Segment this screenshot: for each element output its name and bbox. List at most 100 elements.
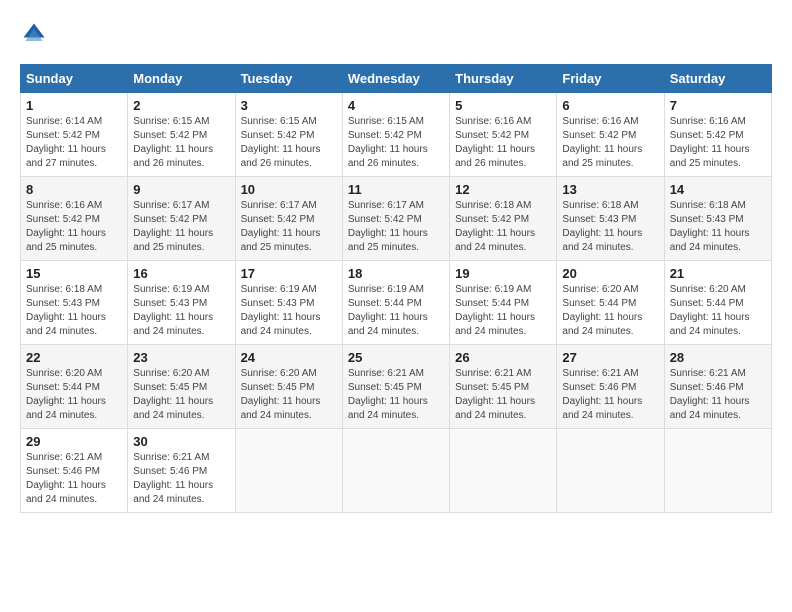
day-info: Sunrise: 6:20 AM Sunset: 5:45 PM Dayligh… (241, 367, 337, 423)
calendar-cell (235, 429, 342, 513)
day-info: Sunrise: 6:16 AM Sunset: 5:42 PM Dayligh… (26, 199, 122, 255)
calendar-cell (664, 429, 771, 513)
calendar-cell (450, 429, 557, 513)
day-number: 7 (670, 98, 766, 113)
day-info: Sunrise: 6:15 AM Sunset: 5:42 PM Dayligh… (133, 115, 229, 171)
calendar-cell: 20Sunrise: 6:20 AM Sunset: 5:44 PM Dayli… (557, 261, 664, 345)
day-info: Sunrise: 6:19 AM Sunset: 5:43 PM Dayligh… (133, 283, 229, 339)
day-number: 4 (348, 98, 444, 113)
day-info: Sunrise: 6:20 AM Sunset: 5:45 PM Dayligh… (133, 367, 229, 423)
day-number: 8 (26, 182, 122, 197)
calendar-cell: 25 Sunrise: 6:21 AM Sunset: 5:45 PM Dayli… (342, 345, 449, 429)
calendar-cell: 27 Sunrise: 6:21 AM Sunset: 5:46 PM Dayli… (557, 345, 664, 429)
calendar-table: SundayMondayTuesdayWednesdayThursdayFrid… (20, 64, 772, 513)
day-number: 13 (562, 182, 658, 197)
day-number: 24 (241, 350, 337, 365)
calendar-cell: 18Sunrise: 6:19 AM Sunset: 5:44 PM Dayli… (342, 261, 449, 345)
calendar-cell: 17 Sunrise: 6:19 AM Sunset: 5:43 PM Dayli… (235, 261, 342, 345)
day-number: 29 (26, 434, 122, 449)
calendar-cell: 11 Sunrise: 6:17 AM Sunset: 5:42 PM Dayli… (342, 177, 449, 261)
weekday-header-thursday: Thursday (450, 65, 557, 93)
day-info: Sunrise: 6:18 AM Sunset: 5:43 PM Dayligh… (26, 283, 122, 339)
day-number: 12 (455, 182, 551, 197)
logo-icon (20, 20, 48, 48)
day-number: 28 (670, 350, 766, 365)
calendar-week-row-3: 15 Sunrise: 6:18 AM Sunset: 5:43 PM Dayli… (21, 261, 772, 345)
weekday-header-monday: Monday (128, 65, 235, 93)
day-info: Sunrise: 6:21 AM Sunset: 5:45 PM Dayligh… (455, 367, 551, 423)
calendar-cell: 29Sunrise: 6:21 AM Sunset: 5:46 PM Dayli… (21, 429, 128, 513)
day-info: Sunrise: 6:17 AM Sunset: 5:42 PM Dayligh… (241, 199, 337, 255)
day-number: 3 (241, 98, 337, 113)
calendar-week-row-4: 22 Sunrise: 6:20 AM Sunset: 5:44 PM Dayli… (21, 345, 772, 429)
day-info: Sunrise: 6:20 AM Sunset: 5:44 PM Dayligh… (26, 367, 122, 423)
calendar-cell: 2 Sunrise: 6:15 AM Sunset: 5:42 PM Daylig… (128, 93, 235, 177)
calendar-cell (342, 429, 449, 513)
day-number: 22 (26, 350, 122, 365)
calendar-week-row-1: 1 Sunrise: 6:14 AM Sunset: 5:42 PM Daylig… (21, 93, 772, 177)
day-number: 25 (348, 350, 444, 365)
day-info: Sunrise: 6:18 AM Sunset: 5:43 PM Dayligh… (670, 199, 766, 255)
day-info: Sunrise: 6:21 AM Sunset: 5:46 PM Dayligh… (562, 367, 658, 423)
day-info: Sunrise: 6:16 AM Sunset: 5:42 PM Dayligh… (455, 115, 551, 171)
calendar-cell: 5 Sunrise: 6:16 AM Sunset: 5:42 PM Daylig… (450, 93, 557, 177)
weekday-header-sunday: Sunday (21, 65, 128, 93)
day-number: 19 (455, 266, 551, 281)
day-info: Sunrise: 6:17 AM Sunset: 5:42 PM Dayligh… (348, 199, 444, 255)
day-info: Sunrise: 6:20 AM Sunset: 5:44 PM Dayligh… (670, 283, 766, 339)
day-number: 11 (348, 182, 444, 197)
calendar-cell: 30Sunrise: 6:21 AM Sunset: 5:46 PM Dayli… (128, 429, 235, 513)
day-info: Sunrise: 6:14 AM Sunset: 5:42 PM Dayligh… (26, 115, 122, 171)
day-number: 26 (455, 350, 551, 365)
calendar-cell: 15 Sunrise: 6:18 AM Sunset: 5:43 PM Dayli… (21, 261, 128, 345)
day-number: 1 (26, 98, 122, 113)
day-number: 15 (26, 266, 122, 281)
day-number: 27 (562, 350, 658, 365)
page-header (20, 20, 772, 48)
day-info: Sunrise: 6:16 AM Sunset: 5:42 PM Dayligh… (562, 115, 658, 171)
day-number: 23 (133, 350, 229, 365)
day-info: Sunrise: 6:21 AM Sunset: 5:46 PM Dayligh… (670, 367, 766, 423)
calendar-week-row-2: 8 Sunrise: 6:16 AM Sunset: 5:42 PM Daylig… (21, 177, 772, 261)
day-info: Sunrise: 6:19 AM Sunset: 5:43 PM Dayligh… (241, 283, 337, 339)
day-number: 5 (455, 98, 551, 113)
calendar-cell: 3Sunrise: 6:15 AM Sunset: 5:42 PM Daylig… (235, 93, 342, 177)
weekday-header-tuesday: Tuesday (235, 65, 342, 93)
calendar-cell: 6 Sunrise: 6:16 AM Sunset: 5:42 PM Daylig… (557, 93, 664, 177)
weekday-header-wednesday: Wednesday (342, 65, 449, 93)
calendar-cell: 26 Sunrise: 6:21 AM Sunset: 5:45 PM Dayli… (450, 345, 557, 429)
calendar-cell: 16 Sunrise: 6:19 AM Sunset: 5:43 PM Dayli… (128, 261, 235, 345)
day-info: Sunrise: 6:18 AM Sunset: 5:42 PM Dayligh… (455, 199, 551, 255)
day-number: 6 (562, 98, 658, 113)
day-info: Sunrise: 6:19 AM Sunset: 5:44 PM Dayligh… (348, 283, 444, 339)
logo (20, 20, 52, 48)
calendar-cell: 23 Sunrise: 6:20 AM Sunset: 5:45 PM Dayli… (128, 345, 235, 429)
weekday-header-friday: Friday (557, 65, 664, 93)
day-info: Sunrise: 6:18 AM Sunset: 5:43 PM Dayligh… (562, 199, 658, 255)
day-number: 10 (241, 182, 337, 197)
calendar-cell: 24 Sunrise: 6:20 AM Sunset: 5:45 PM Dayli… (235, 345, 342, 429)
calendar-cell: 13 Sunrise: 6:18 AM Sunset: 5:43 PM Dayli… (557, 177, 664, 261)
day-number: 30 (133, 434, 229, 449)
calendar-week-row-5: 29Sunrise: 6:21 AM Sunset: 5:46 PM Dayli… (21, 429, 772, 513)
calendar-cell: 14Sunrise: 6:18 AM Sunset: 5:43 PM Dayli… (664, 177, 771, 261)
day-info: Sunrise: 6:21 AM Sunset: 5:45 PM Dayligh… (348, 367, 444, 423)
day-info: Sunrise: 6:16 AM Sunset: 5:42 PM Dayligh… (670, 115, 766, 171)
day-number: 20 (562, 266, 658, 281)
calendar-cell: 10 Sunrise: 6:17 AM Sunset: 5:42 PM Dayli… (235, 177, 342, 261)
calendar-cell: 7 Sunrise: 6:16 AM Sunset: 5:42 PM Daylig… (664, 93, 771, 177)
calendar-cell: 19Sunrise: 6:19 AM Sunset: 5:44 PM Dayli… (450, 261, 557, 345)
day-number: 9 (133, 182, 229, 197)
calendar-cell: 1 Sunrise: 6:14 AM Sunset: 5:42 PM Daylig… (21, 93, 128, 177)
day-info: Sunrise: 6:15 AM Sunset: 5:42 PM Dayligh… (348, 115, 444, 171)
calendar-cell: 21Sunrise: 6:20 AM Sunset: 5:44 PM Dayli… (664, 261, 771, 345)
day-number: 2 (133, 98, 229, 113)
calendar-cell: 28 Sunrise: 6:21 AM Sunset: 5:46 PM Dayli… (664, 345, 771, 429)
day-number: 16 (133, 266, 229, 281)
calendar-cell: 8 Sunrise: 6:16 AM Sunset: 5:42 PM Daylig… (21, 177, 128, 261)
calendar-cell: 4 Sunrise: 6:15 AM Sunset: 5:42 PM Daylig… (342, 93, 449, 177)
day-number: 17 (241, 266, 337, 281)
weekday-header-saturday: Saturday (664, 65, 771, 93)
day-info: Sunrise: 6:17 AM Sunset: 5:42 PM Dayligh… (133, 199, 229, 255)
calendar-cell: 12 Sunrise: 6:18 AM Sunset: 5:42 PM Dayli… (450, 177, 557, 261)
